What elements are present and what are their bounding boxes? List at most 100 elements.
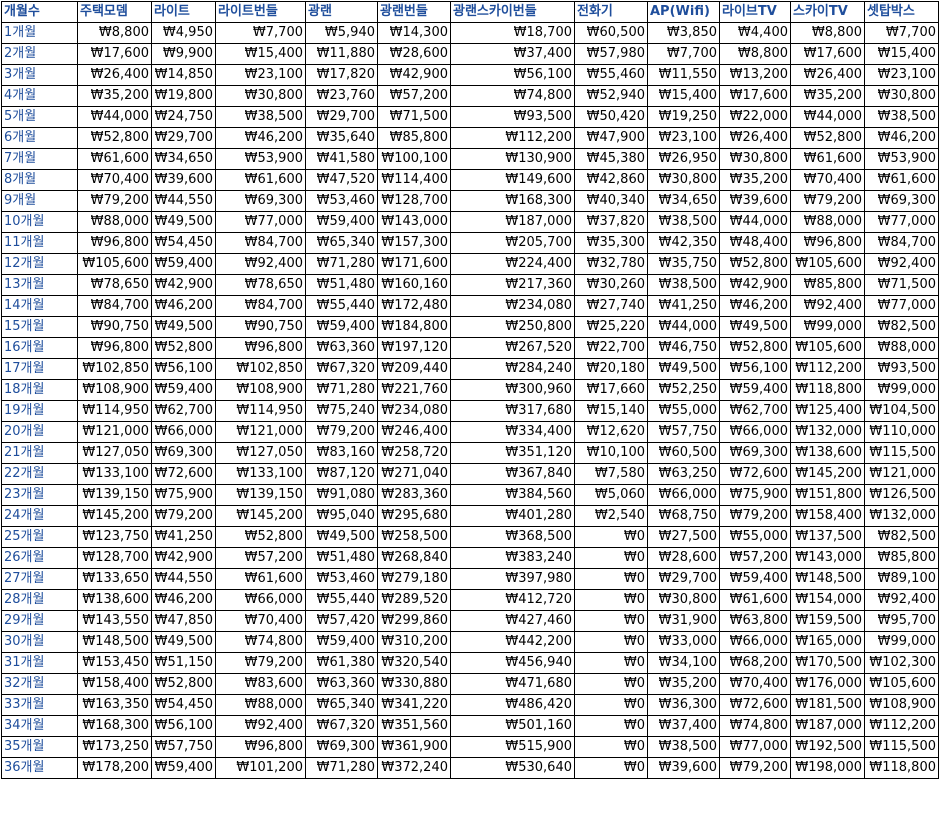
value-cell: ₩72,600 [719, 463, 791, 485]
value-cell: ₩90,750 [215, 316, 306, 338]
value-cell: ₩88,000 [77, 211, 152, 233]
value-cell: ₩515,900 [450, 736, 575, 758]
row-label-cell: 15개월 [1, 316, 78, 338]
table-row: 36개월 ₩178,200 ₩59,400 ₩101,200 ₩71,280 ₩372,2… [1, 757, 939, 779]
value-cell: ₩54,450 [151, 232, 216, 254]
value-cell: ₩320,540 [377, 652, 451, 674]
row-label-cell: 7개월 [1, 148, 78, 170]
value-cell: ₩96,800 [215, 337, 306, 359]
value-cell: ₩42,860 [574, 169, 648, 191]
value-cell: ₩330,880 [377, 673, 451, 695]
value-cell: ₩5,060 [574, 484, 648, 506]
table-row: 5개월 ₩44,000 ₩24,750 ₩38,500 ₩29,700 ₩71,500 ₩9… [1, 106, 939, 128]
value-cell: ₩17,600 [719, 85, 791, 107]
value-cell: ₩61,600 [215, 568, 306, 590]
value-cell: ₩69,300 [864, 190, 939, 212]
value-cell: ₩133,100 [77, 463, 152, 485]
value-cell: ₩57,420 [305, 610, 378, 632]
column-header: 개월수 [1, 1, 78, 23]
value-cell: ₩8,800 [790, 22, 865, 44]
value-cell: ₩45,380 [574, 148, 648, 170]
value-cell: ₩112,200 [450, 127, 575, 149]
value-cell: ₩74,800 [450, 85, 575, 107]
value-cell: ₩92,400 [864, 253, 939, 275]
value-cell: ₩89,100 [864, 568, 939, 590]
value-cell: ₩44,000 [77, 106, 152, 128]
value-cell: ₩138,600 [790, 442, 865, 464]
table-row: 24개월 ₩145,200 ₩79,200 ₩145,200 ₩95,040 ₩295,6… [1, 505, 939, 527]
value-cell: ₩49,500 [151, 211, 216, 233]
value-cell: ₩44,000 [719, 211, 791, 233]
table-row: 14개월 ₩84,700 ₩46,200 ₩84,700 ₩55,440 ₩172,480… [1, 295, 939, 317]
row-label-cell: 8개월 [1, 169, 78, 191]
value-cell: ₩104,500 [864, 400, 939, 422]
value-cell: ₩151,800 [790, 484, 865, 506]
value-cell: ₩71,280 [305, 379, 378, 401]
value-cell: ₩68,200 [719, 652, 791, 674]
value-cell: ₩90,750 [77, 316, 152, 338]
column-header: AP(Wifi) [647, 1, 720, 23]
value-cell: ₩34,650 [647, 190, 720, 212]
value-cell: ₩79,200 [77, 190, 152, 212]
value-cell: ₩55,000 [719, 526, 791, 548]
table-row: 26개월 ₩128,700 ₩42,900 ₩57,200 ₩51,480 ₩268,84… [1, 547, 939, 569]
row-label-cell: 19개월 [1, 400, 78, 422]
value-cell: ₩372,240 [377, 757, 451, 779]
value-cell: ₩66,000 [719, 421, 791, 443]
value-cell: ₩78,650 [77, 274, 152, 296]
value-cell: ₩59,400 [151, 253, 216, 275]
value-cell: ₩79,200 [215, 652, 306, 674]
value-cell: ₩143,000 [790, 547, 865, 569]
value-cell: ₩258,500 [377, 526, 451, 548]
value-cell: ₩209,440 [377, 358, 451, 380]
value-cell: ₩93,500 [450, 106, 575, 128]
value-cell: ₩79,200 [719, 505, 791, 527]
value-cell: ₩0 [574, 757, 648, 779]
value-cell: ₩114,400 [377, 169, 451, 191]
value-cell: ₩112,200 [864, 715, 939, 737]
value-cell: ₩57,200 [719, 547, 791, 569]
value-cell: ₩37,400 [450, 43, 575, 65]
table-row: 7개월 ₩61,600 ₩34,650 ₩53,900 ₩41,580 ₩100,100 ₩… [1, 148, 939, 170]
value-cell: ₩88,000 [215, 694, 306, 716]
value-cell: ₩158,400 [77, 673, 152, 695]
row-label-cell: 26개월 [1, 547, 78, 569]
value-cell: ₩132,000 [790, 421, 865, 443]
value-cell: ₩110,000 [864, 421, 939, 443]
value-cell: ₩108,900 [864, 694, 939, 716]
value-cell: ₩7,580 [574, 463, 648, 485]
value-cell: ₩15,400 [864, 43, 939, 65]
value-cell: ₩75,900 [719, 484, 791, 506]
value-cell: ₩299,860 [377, 610, 451, 632]
value-cell: ₩57,200 [377, 85, 451, 107]
value-cell: ₩283,360 [377, 484, 451, 506]
table-row: 20개월 ₩121,000 ₩66,000 ₩121,000 ₩79,200 ₩246,4… [1, 421, 939, 443]
value-cell: ₩66,000 [151, 421, 216, 443]
table-row: 34개월 ₩168,300 ₩56,100 ₩92,400 ₩67,320 ₩351,56… [1, 715, 939, 737]
row-label-cell: 36개월 [1, 757, 78, 779]
value-cell: ₩88,000 [790, 211, 865, 233]
value-cell: ₩10,100 [574, 442, 648, 464]
table-row: 27개월 ₩133,650 ₩44,550 ₩61,600 ₩53,460 ₩279,18… [1, 568, 939, 590]
value-cell: ₩63,250 [647, 463, 720, 485]
value-cell: ₩26,400 [77, 64, 152, 86]
column-header: 셋탑박스 [864, 1, 939, 23]
value-cell: ₩60,500 [647, 442, 720, 464]
table-row: 23개월 ₩139,150 ₩75,900 ₩139,150 ₩91,080 ₩283,3… [1, 484, 939, 506]
value-cell: ₩63,360 [305, 673, 378, 695]
table-row: 28개월 ₩138,600 ₩46,200 ₩66,000 ₩55,440 ₩289,52… [1, 589, 939, 611]
value-cell: ₩181,500 [790, 694, 865, 716]
value-cell: ₩60,500 [574, 22, 648, 44]
value-cell: ₩127,050 [215, 442, 306, 464]
value-cell: ₩91,080 [305, 484, 378, 506]
value-cell: ₩102,850 [215, 358, 306, 380]
value-cell: ₩246,400 [377, 421, 451, 443]
value-cell: ₩101,200 [215, 757, 306, 779]
value-cell: ₩401,280 [450, 505, 575, 527]
value-cell: ₩75,240 [305, 400, 378, 422]
value-cell: ₩19,250 [647, 106, 720, 128]
value-cell: ₩56,100 [450, 64, 575, 86]
value-cell: ₩96,800 [215, 736, 306, 758]
value-cell: ₩105,600 [864, 673, 939, 695]
value-cell: ₩71,500 [377, 106, 451, 128]
